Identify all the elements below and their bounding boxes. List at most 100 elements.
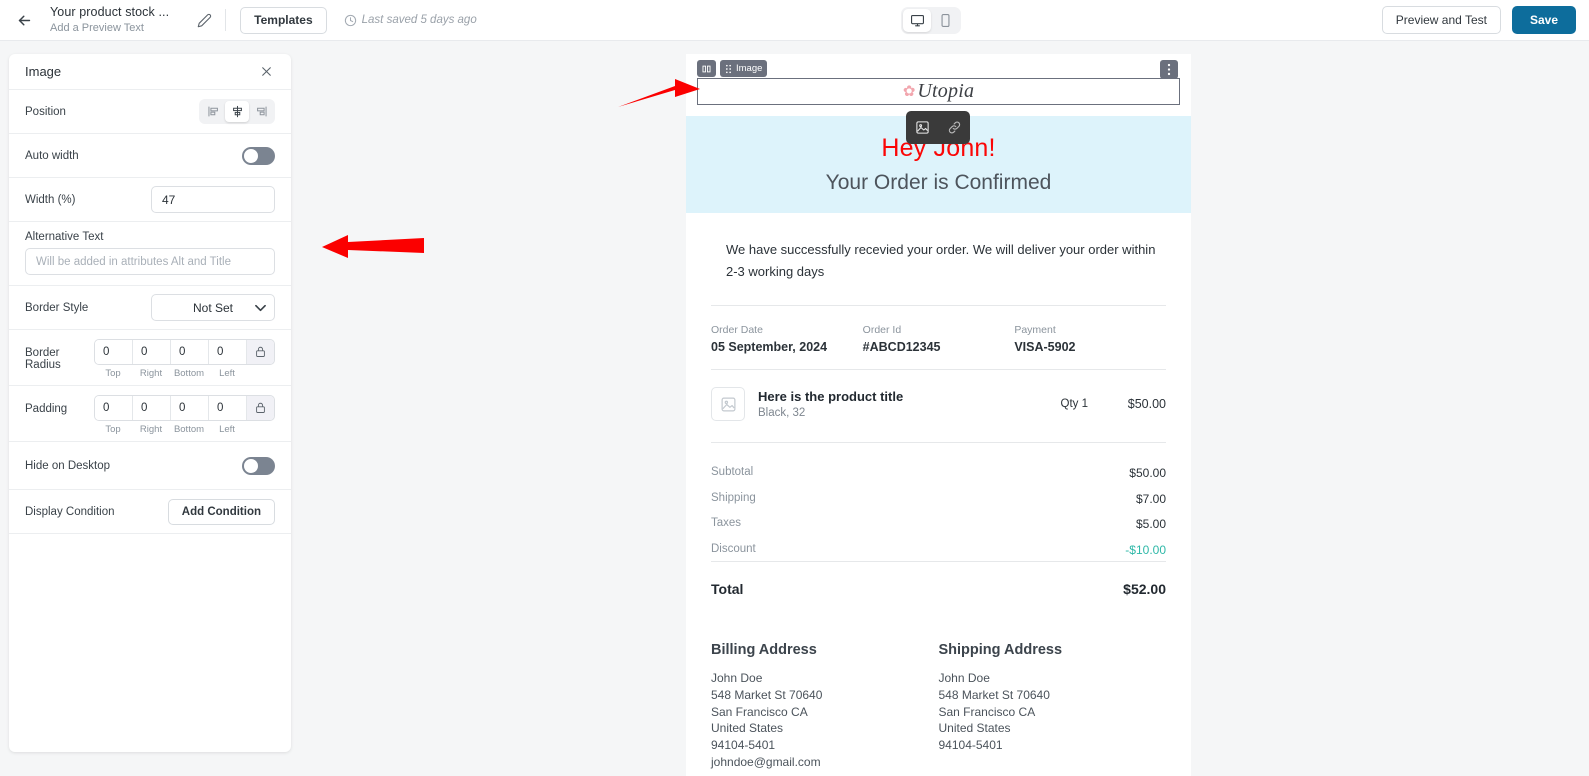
replace-image-button[interactable]	[911, 117, 933, 139]
caption-bottom: Bottom	[173, 424, 205, 435]
grand-total-label: Total	[711, 581, 744, 597]
last-saved-status: Last saved 5 days ago	[344, 14, 477, 27]
caption-right: Right	[139, 424, 163, 435]
hide-on-desktop-toggle[interactable]	[242, 456, 275, 475]
billing-address-heading: Billing Address	[711, 642, 817, 658]
border-radius-quad: Top Right Bottom Left	[94, 339, 275, 379]
brand-logo: ✿ Utopia	[903, 80, 974, 103]
arrow-pointing-to-image-block	[618, 79, 700, 107]
order-date-key: Order Date	[711, 324, 763, 336]
width-input[interactable]	[151, 186, 275, 213]
panel-header: Image	[9, 54, 291, 90]
subtotal-key: Subtotal	[711, 466, 754, 478]
page-title: Your product stock ...	[50, 5, 170, 19]
templates-button[interactable]: Templates	[240, 6, 327, 34]
padding-left-input[interactable]	[209, 396, 247, 420]
shipping-address-heading: Shipping Address	[938, 642, 1063, 658]
discount-key: Discount	[711, 542, 756, 555]
hero-subheading: Your Order is Confirmed	[825, 171, 1052, 194]
desktop-preview-button[interactable]	[903, 9, 931, 32]
shipping-key: Shipping	[711, 491, 756, 504]
auto-width-toggle[interactable]	[242, 146, 275, 165]
border-style-select-wrap: Not Set	[151, 294, 275, 321]
padding-inputs	[94, 395, 275, 421]
padding-right-input[interactable]	[133, 396, 171, 420]
mobile-preview-button[interactable]	[931, 9, 959, 32]
border-radius-row: Border Radius Top Right Bottom Left	[9, 330, 291, 386]
add-condition-button[interactable]: Add Condition	[167, 498, 275, 525]
align-left-icon	[207, 106, 218, 117]
address-line: San Francisco CA	[711, 704, 808, 719]
position-row: Position	[9, 90, 291, 134]
save-button[interactable]: Save	[1511, 6, 1576, 34]
totals-row: Discount -$10.00	[711, 543, 1166, 557]
app-header: Your product stock ... Add a Preview Tex…	[0, 0, 1589, 41]
device-preview-toggle	[901, 7, 961, 34]
product-thumbnail	[711, 387, 745, 421]
border-radius-label: Border Radius	[25, 347, 61, 371]
padding-lock-button[interactable]	[247, 396, 274, 420]
totals-list: Subtotal $50.00 Shipping $7.00 Taxes $5.…	[711, 466, 1166, 557]
padding-bottom-input[interactable]	[171, 396, 209, 420]
border-radius-lock-button[interactable]	[247, 340, 274, 364]
columns-button[interactable]	[697, 60, 716, 77]
block-options-button[interactable]	[1160, 60, 1178, 79]
document-title-group: Your product stock ... Add a Preview Tex…	[50, 5, 169, 35]
order-id-cell: Order Id #ABCD12345	[863, 324, 1015, 354]
product-row[interactable]: Here is the product title Black, 32 Qty …	[711, 387, 1166, 421]
block-label-chip[interactable]: Image	[720, 60, 768, 77]
mobile-icon	[941, 14, 949, 27]
lock-icon	[256, 346, 265, 357]
divider-above-total	[711, 561, 1166, 562]
block-label: Image	[736, 63, 763, 74]
back-button[interactable]	[9, 5, 39, 35]
add-link-button[interactable]	[943, 117, 965, 139]
image-block-selected[interactable]: ✿ Utopia	[697, 78, 1180, 105]
body-copy[interactable]: We have successfully recevied your order…	[726, 239, 1156, 283]
border-style-select[interactable]: Not Set	[151, 294, 275, 321]
border-radius-bottom-input[interactable]	[171, 340, 209, 364]
preview-and-test-button[interactable]: Preview and Test	[1381, 6, 1501, 34]
align-right-icon	[256, 106, 267, 117]
padding-top-input[interactable]	[95, 396, 133, 420]
arrow-pointing-to-alt-text-field	[322, 235, 424, 258]
arrow-left-icon	[18, 15, 30, 25]
taxes-value: $5.00	[1135, 517, 1166, 531]
last-saved-text: Last saved 5 days ago	[361, 14, 477, 26]
address-email: johndoe@gmail.com	[711, 754, 821, 769]
align-right-button[interactable]	[249, 101, 273, 122]
padding-captions: Top Right Bottom Left	[94, 424, 246, 435]
caption-left: Left	[219, 424, 235, 435]
grand-total-row: Total $52.00	[711, 581, 1166, 597]
product-quantity: Qty 1	[1060, 398, 1088, 410]
panel-title: Image	[25, 64, 62, 79]
taxes-key: Taxes	[711, 517, 742, 529]
align-left-button[interactable]	[201, 101, 225, 122]
padding-label: Padding	[25, 403, 68, 415]
product-price: $50.00	[1127, 397, 1166, 411]
address-line: United States	[711, 721, 784, 736]
preview-text-label[interactable]: Add a Preview Text	[50, 21, 169, 35]
border-radius-left-input[interactable]	[209, 340, 247, 364]
discount-value: -$10.00	[1125, 542, 1166, 557]
width-row: Width (%)	[9, 178, 291, 222]
grand-total-value: $52.00	[1123, 581, 1166, 597]
border-radius-right-input[interactable]	[133, 340, 171, 364]
border-style-value: Not Set	[192, 300, 234, 315]
lock-icon	[256, 402, 265, 413]
caption-top: Top	[105, 424, 121, 435]
align-center-button[interactable]	[225, 101, 249, 122]
alt-text-input[interactable]	[25, 248, 275, 275]
totals-row: Shipping $7.00	[711, 492, 1166, 506]
close-panel-button[interactable]	[257, 63, 275, 81]
columns-icon	[702, 65, 711, 72]
edit-title-button[interactable]	[191, 7, 217, 33]
address-line: 548 Market St 70640	[938, 687, 1050, 702]
caption-bottom: Bottom	[173, 368, 205, 379]
totals-row: Taxes $5.00	[711, 517, 1166, 531]
product-title: Here is the product title	[758, 389, 904, 404]
auto-width-label: Auto width	[25, 149, 79, 162]
subtotal-value: $50.00	[1129, 466, 1166, 480]
order-date-cell: Order Date 05 September, 2024	[711, 324, 863, 354]
border-radius-top-input[interactable]	[95, 340, 133, 364]
